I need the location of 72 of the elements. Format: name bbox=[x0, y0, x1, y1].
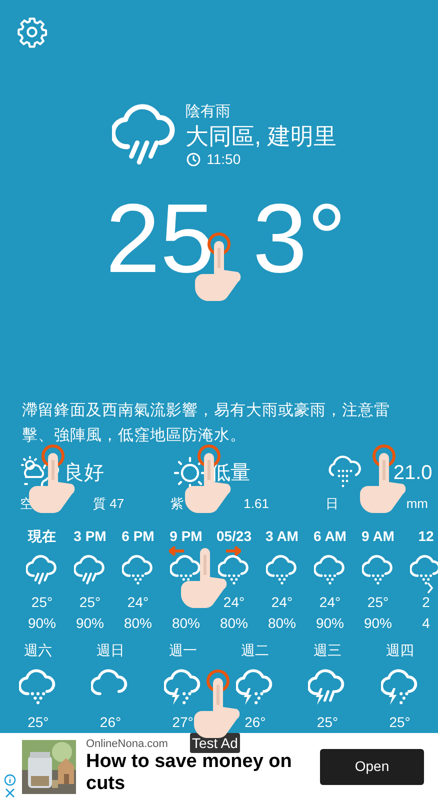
day-label: 週日 bbox=[96, 641, 124, 660]
stat-label: 1.61 bbox=[244, 495, 269, 513]
time-text: 11:50 bbox=[206, 150, 241, 168]
day-label: 週二 bbox=[241, 641, 270, 660]
hour-temperature: 24° bbox=[271, 594, 293, 610]
hour-temperature: 25° bbox=[367, 594, 389, 610]
humidity-text: 90% bbox=[28, 614, 56, 633]
day-temperature: 25° bbox=[389, 713, 410, 732]
stat-label: 日 bbox=[325, 495, 338, 513]
day-label: 週四 bbox=[386, 641, 414, 660]
day-temperature: 26° bbox=[244, 713, 266, 732]
cloud-lightning-icon bbox=[236, 668, 274, 706]
cloud-drizzle-icon bbox=[314, 554, 346, 586]
cloud-drizzle-icon bbox=[410, 554, 438, 586]
stat-label: mm bbox=[406, 495, 428, 513]
open-button[interactable]: Open bbox=[320, 748, 424, 784]
cloud-drizzle-icon bbox=[122, 554, 154, 586]
cloud-lightning-icon bbox=[308, 668, 346, 706]
humidity-text: 80% bbox=[124, 614, 152, 633]
day-temperature: 26° bbox=[100, 713, 122, 732]
stat-label: 質 47 bbox=[93, 495, 124, 513]
forecast-description: 滯留鋒面及西南氣流影響，易有大雨或豪雨，注意雷擊、強陣風，低窪地區防淹水。 bbox=[21, 401, 391, 446]
humidity-text: 90% bbox=[364, 614, 392, 633]
hour-label: 6 PM bbox=[122, 527, 154, 546]
day-temperature: 25° bbox=[28, 713, 49, 732]
day-label: 週一 bbox=[168, 641, 197, 660]
humidity-text: 4 bbox=[422, 614, 430, 633]
hour-temperature: 25° bbox=[79, 594, 101, 610]
temperature-text: 25 bbox=[106, 188, 215, 288]
cloud-drizzle-icon bbox=[266, 554, 298, 586]
hour-temperature: 24° bbox=[319, 594, 341, 610]
info-icon[interactable] bbox=[4, 774, 16, 786]
hour-label: 12 bbox=[418, 527, 434, 546]
cloud-drizzle-icon bbox=[19, 668, 58, 706]
cloud-rain-icon bbox=[74, 554, 106, 586]
stat-value: 21.0 bbox=[393, 461, 432, 486]
cloud-drizzle-icon bbox=[218, 554, 250, 586]
clock-icon bbox=[186, 152, 201, 166]
chevron-right-icon[interactable] bbox=[426, 582, 434, 594]
cloud-rain-icon bbox=[26, 554, 58, 586]
cloud-drizzle-icon bbox=[362, 554, 394, 586]
ad-headline: How to save money on cuts bbox=[86, 751, 293, 795]
day-label: 週三 bbox=[313, 641, 342, 660]
hour-temperature: 24° bbox=[223, 594, 245, 610]
humidity-text: 80% bbox=[172, 614, 200, 633]
day-temperature: 25° bbox=[316, 713, 338, 732]
temperature-text: 3° bbox=[252, 188, 346, 288]
location-text: 大同區, 建明里 bbox=[186, 122, 336, 150]
humidity-text: 80% bbox=[220, 614, 248, 633]
humidity-text: 90% bbox=[76, 614, 104, 633]
hour-label: 6 AM bbox=[314, 527, 346, 546]
close-icon[interactable] bbox=[5, 788, 15, 798]
humidity-text: 90% bbox=[316, 614, 344, 633]
hour-label: 9 AM bbox=[362, 527, 394, 546]
hour-label: 3 PM bbox=[74, 527, 106, 546]
condition-text: 陰有雨 bbox=[186, 102, 232, 122]
hour-label: 3 AM bbox=[266, 527, 298, 546]
cloud-lightning-icon bbox=[164, 668, 202, 706]
settings-icon[interactable] bbox=[16, 16, 48, 48]
hour-label: 現在 bbox=[28, 527, 56, 546]
hour-temperature: 2 bbox=[422, 594, 430, 610]
day-label: 週六 bbox=[24, 641, 52, 660]
hour-temperature: 25° bbox=[31, 594, 53, 610]
stat-value: 良好 bbox=[64, 461, 104, 486]
hour-label: 9 PM bbox=[170, 527, 202, 546]
hour-temperature: 24° bbox=[127, 594, 149, 610]
hour-label: 05/23 bbox=[216, 527, 252, 546]
cloud-lightning-icon bbox=[380, 668, 419, 706]
day-temperature: 27° bbox=[172, 713, 194, 732]
stat-label: 紫 bbox=[170, 495, 184, 513]
ad-source: OnlineNona.com bbox=[86, 738, 168, 751]
humidity-text: 80% bbox=[268, 614, 296, 633]
